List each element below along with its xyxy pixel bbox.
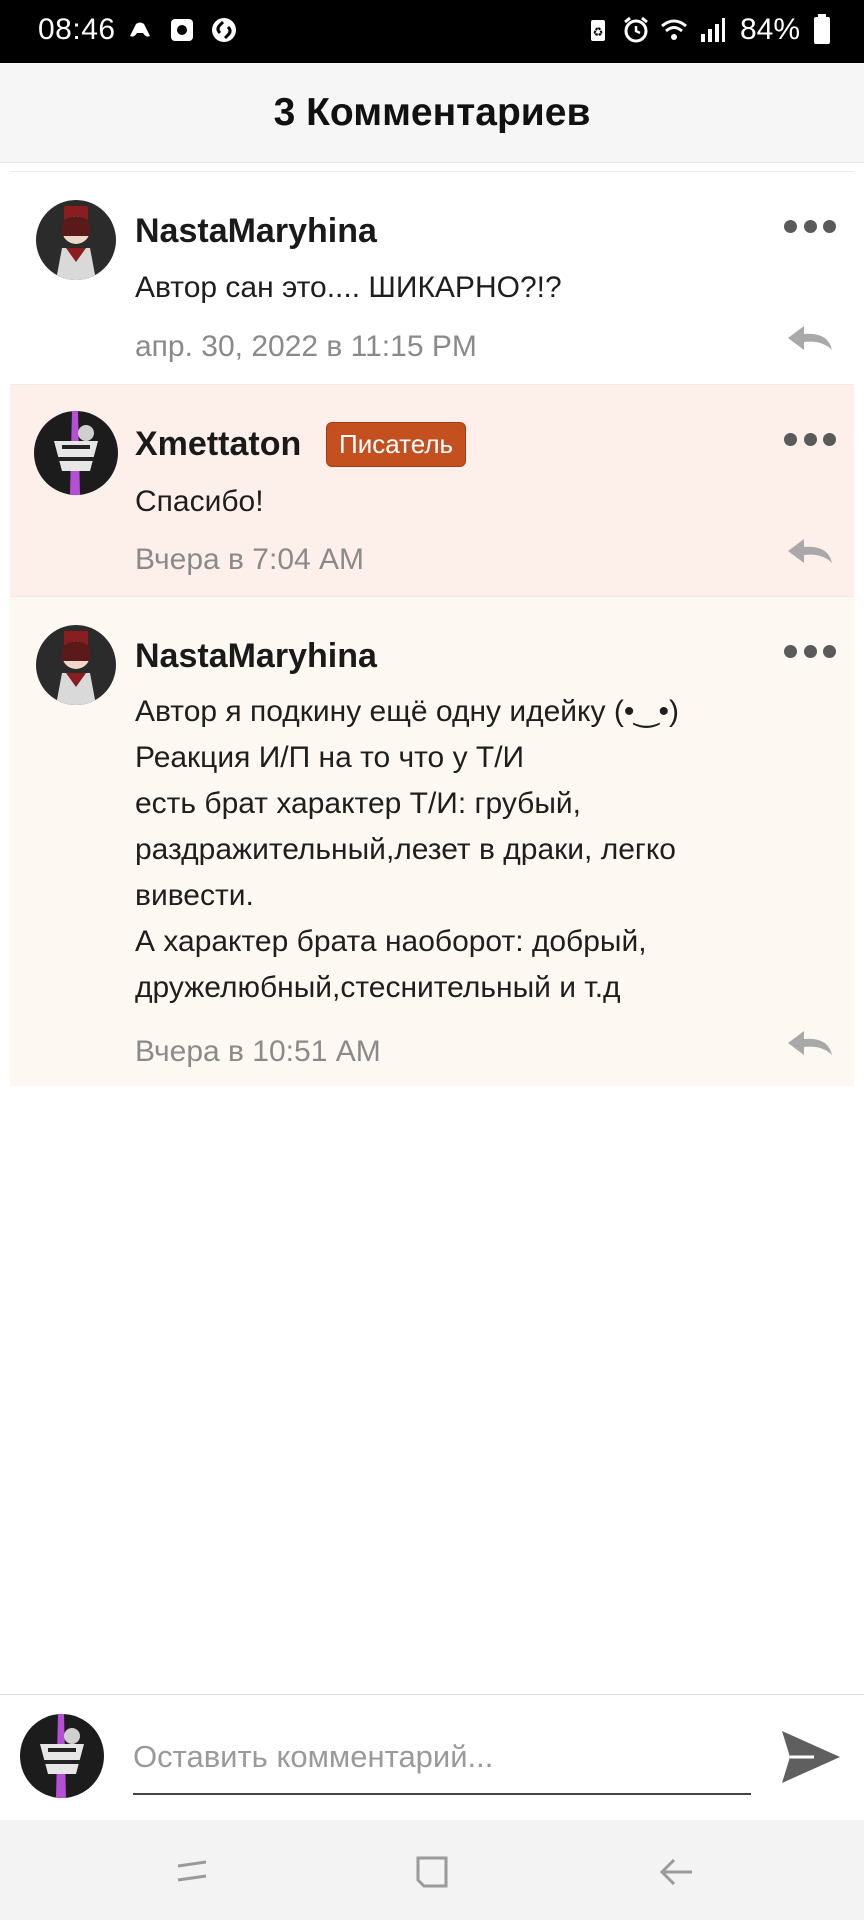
more-dot [823,432,836,446]
battery-percent: 84% [739,13,800,46]
avatar[interactable] [36,625,116,705]
more-dot [803,432,817,446]
status-bar: 08:46 ♻ 84% [0,0,864,63]
comment-input[interactable] [133,1721,751,1795]
comment-username[interactable]: Xmettaton [135,425,301,464]
navigation-bar [0,1820,864,1920]
comment-item: Xmettaton Писатель Спасибо! Вчера в 7:04… [10,384,854,596]
reply-arrow-icon[interactable] [786,322,834,356]
game-controller-icon [130,22,150,37]
reply-arrow-icon[interactable] [786,1027,834,1061]
system-status-icons: ♻ 84% [584,13,830,47]
more-dots-icon [784,644,797,658]
signal-icon [700,18,725,42]
more-options-button[interactable] [784,641,836,661]
more-dots-icon [784,219,797,233]
battery-icon [814,13,830,44]
send-icon[interactable] [780,1727,842,1787]
shazam-icon [212,18,236,42]
writer-badge: Писатель [326,422,467,467]
avatar [20,1714,104,1798]
more-options-button[interactable] [784,216,836,236]
comment-username[interactable]: NastaMaryhina [135,212,377,251]
notification-icons [126,16,238,44]
wifi-icon [660,19,687,40]
alarm-icon [624,16,648,43]
status-time: 08:46 [38,13,116,46]
comment-item: NastaMaryhina Автор сан это.... ШИКАРНО?… [10,171,854,384]
more-options-button[interactable] [784,429,836,449]
more-dots-icon [784,432,797,446]
more-dot [803,644,817,658]
comment-username[interactable]: NastaMaryhina [135,637,377,676]
back-icon[interactable] [654,1850,698,1894]
battery-saver-icon: ♻ [590,20,605,41]
comment-text: Автор сан это.... ШИКАРНО?!? [135,271,562,304]
more-dot [803,219,817,233]
comment-text: Спасибо! [135,485,264,518]
reply-arrow-icon[interactable] [786,535,834,569]
comment-time: апр. 30, 2022 в 11:15 PM [135,330,477,363]
comment-input-bar [0,1694,864,1820]
comment-item: NastaMaryhina Автор я подкину ещё одну и… [10,596,854,1086]
app-notification-icon [171,19,193,41]
more-dot [823,644,836,658]
comment-time: Вчера в 7:04 AM [135,543,365,576]
recent-apps-icon[interactable] [170,1850,214,1894]
svg-text:♻: ♻ [593,25,604,39]
page-title: 3 Комментариев [273,90,591,134]
comment-time: Вчера в 10:51 AM [135,1035,381,1068]
comment-text: Автор я подкину ещё одну идейку (•‿•) Ре… [135,695,679,1004]
avatar[interactable] [36,200,116,280]
home-icon[interactable] [410,1850,454,1894]
more-dot [823,219,836,233]
comments-header: 3 Комментариев [0,63,864,163]
avatar[interactable] [34,411,118,495]
